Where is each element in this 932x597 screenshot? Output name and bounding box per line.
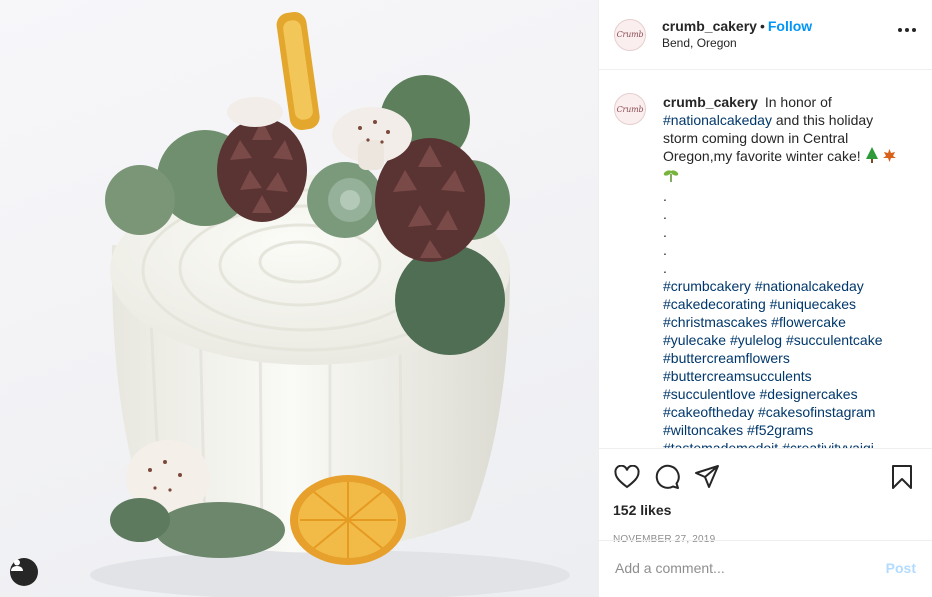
- hashtag-link[interactable]: #yulelog: [730, 332, 782, 348]
- christmas-tree-icon: [865, 147, 879, 167]
- caption-intro: In honor of: [764, 94, 832, 110]
- hashtag-link[interactable]: #cakesofinstagram: [758, 404, 876, 420]
- comments-area[interactable]: Crumb crumb_cakery In honor of #national…: [599, 70, 932, 448]
- caption-username[interactable]: crumb_cakery: [663, 94, 758, 110]
- herb-icon: [663, 167, 679, 187]
- hashtag-link[interactable]: #yulecake: [663, 332, 726, 348]
- dot-line: .: [663, 224, 667, 240]
- hashtag-link[interactable]: #buttercreamflowers: [663, 350, 790, 366]
- likes-count[interactable]: 152 likes: [613, 502, 671, 518]
- hashtag-link[interactable]: #crumbcakery: [663, 278, 751, 294]
- follow-button[interactable]: Follow: [768, 18, 812, 34]
- add-comment-bar: Post: [599, 540, 932, 595]
- avatar[interactable]: Crumb: [614, 18, 646, 51]
- post-photo[interactable]: [0, 0, 598, 597]
- cake-image: [90, 12, 570, 597]
- username-link[interactable]: crumb_cakery: [662, 18, 757, 34]
- post-sidebar: Crumb crumb_cakery • Follow Bend, Oregon C…: [598, 0, 932, 597]
- hashtag-link[interactable]: #uniquecakes: [770, 296, 856, 312]
- hashtag-link[interactable]: #creativityyaigi: [782, 440, 874, 448]
- hashtag-link[interactable]: #nationalcakeday: [755, 278, 864, 294]
- user-tag-icon[interactable]: [10, 558, 38, 586]
- dot-line: .: [663, 260, 667, 276]
- dot-line: .: [663, 242, 667, 258]
- hashtag-link[interactable]: #cakedecorating: [663, 296, 766, 312]
- hashtag-link[interactable]: #tastemademedoit: [663, 440, 778, 448]
- header-names: crumb_cakery • Follow Bend, Oregon: [662, 18, 812, 52]
- post-header: Crumb crumb_cakery • Follow Bend, Oregon: [599, 0, 932, 70]
- caption-avatar[interactable]: Crumb: [614, 93, 646, 125]
- hashtag-link[interactable]: #buttercreamsucculents: [663, 368, 812, 384]
- hashtag-link[interactable]: #succulentlove: [663, 386, 756, 402]
- bookmark-icon[interactable]: [888, 463, 916, 491]
- instagram-post: Crumb crumb_cakery • Follow Bend, Oregon C…: [0, 0, 932, 597]
- avatar-logo-text: Crumb: [616, 30, 644, 39]
- paper-plane-icon[interactable]: [693, 463, 721, 491]
- dot-line: .: [663, 206, 667, 222]
- separator-dot: •: [759, 17, 765, 34]
- hashtag-link[interactable]: #succulentcake: [786, 332, 883, 348]
- comment-input[interactable]: [615, 560, 886, 576]
- hashtag-link[interactable]: #nationalcakeday: [663, 112, 772, 128]
- caption-avatar-logo-text: Crumb: [616, 104, 644, 114]
- hashtag-link[interactable]: #f52grams: [747, 422, 813, 438]
- hashtag-link[interactable]: #wiltoncakes: [663, 422, 743, 438]
- more-options-icon[interactable]: [898, 28, 916, 32]
- hashtag-link[interactable]: #cakeoftheday: [663, 404, 754, 420]
- hashtag-link[interactable]: #flowercake: [771, 314, 846, 330]
- location-link[interactable]: Bend, Oregon: [662, 35, 812, 52]
- maple-leaf-icon: [882, 148, 897, 167]
- post-comment-button[interactable]: Post: [886, 560, 916, 576]
- comment-bubble-icon[interactable]: [653, 463, 681, 491]
- caption: crumb_cakery In honor of #nationalcakeda…: [663, 93, 908, 448]
- hashtag-link[interactable]: #designercakes: [760, 386, 858, 402]
- heart-icon[interactable]: [613, 463, 641, 491]
- hashtag-link[interactable]: #christmascakes: [663, 314, 767, 330]
- dot-line: .: [663, 188, 667, 204]
- action-icons: [613, 457, 916, 497]
- action-section: 152 likes NOVEMBER 27, 2019 Post: [599, 448, 932, 595]
